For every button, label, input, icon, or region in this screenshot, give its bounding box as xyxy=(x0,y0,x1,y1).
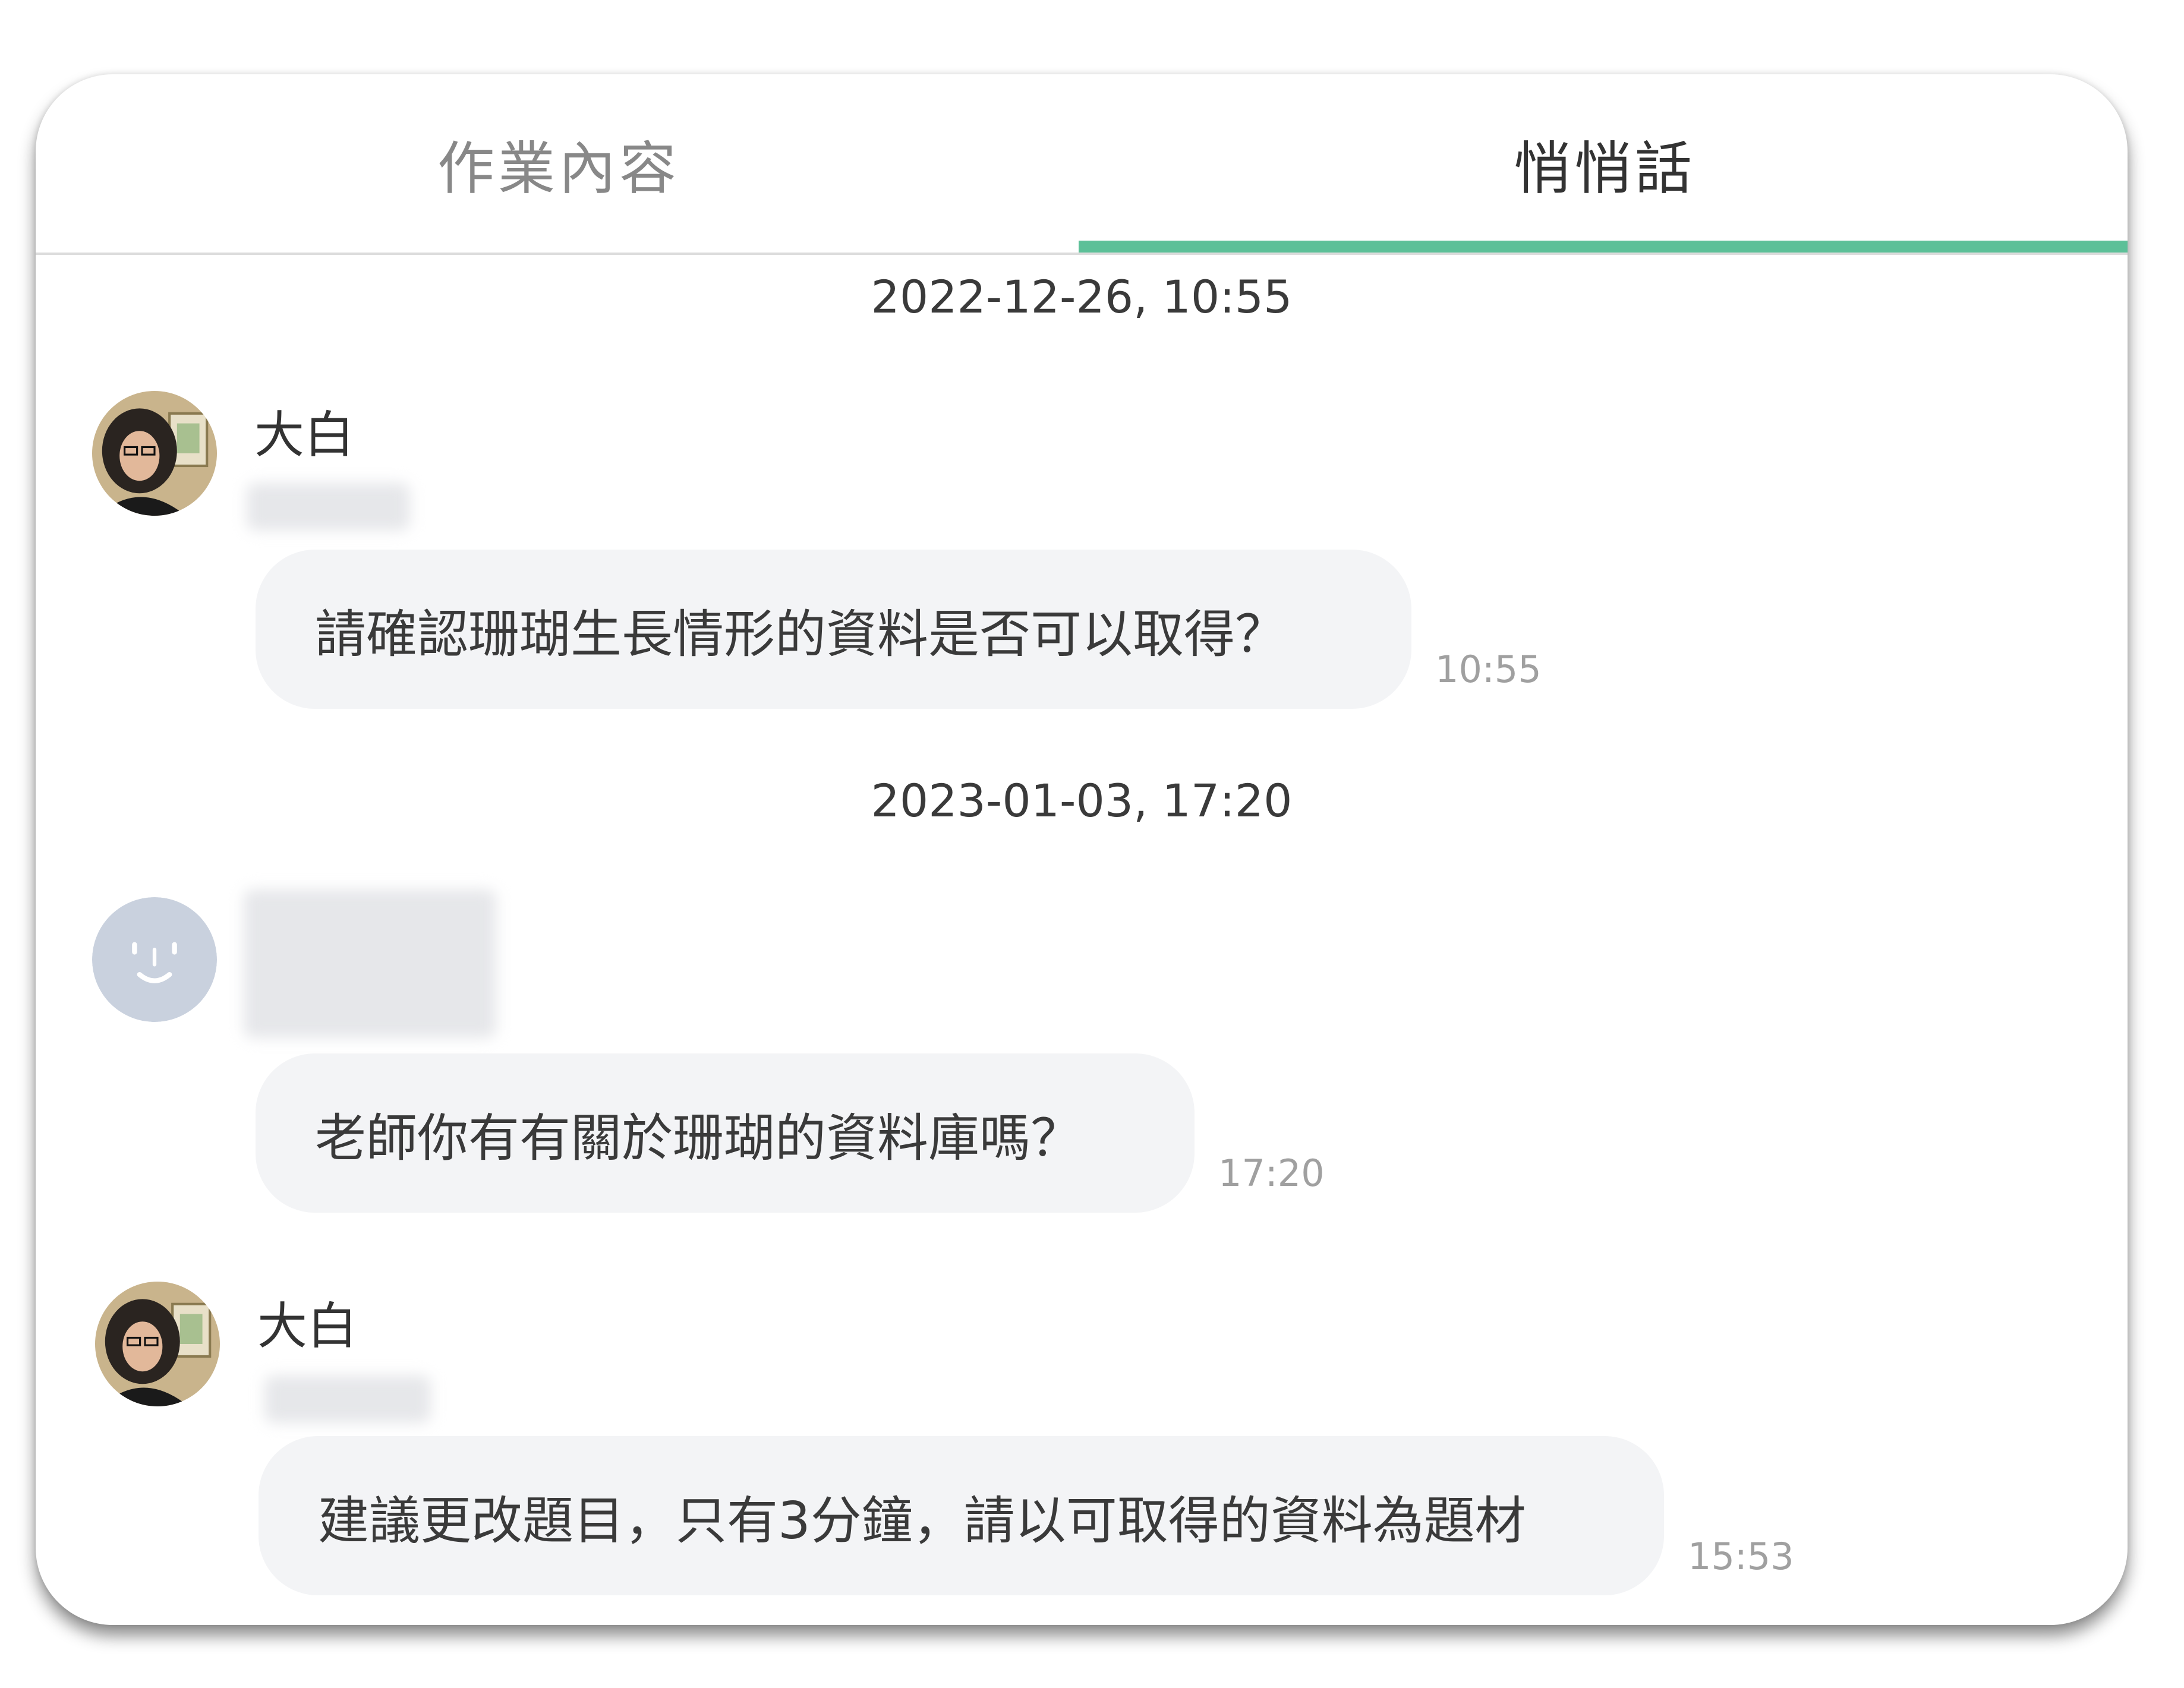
default-face-avatar-icon-graphic xyxy=(92,897,217,1022)
message-time: 17:20 xyxy=(1218,1151,1325,1195)
blurred-sender-info xyxy=(247,483,410,531)
date-separator: 2022-12-26, 10:55 xyxy=(871,270,1293,323)
sender-name: 大白 xyxy=(257,1297,358,1355)
tab-whisper[interactable]: 悄悄話 xyxy=(1082,74,2128,253)
date-separator: 2023-01-03, 17:20 xyxy=(871,774,1293,827)
teacher-photo-icon[interactable] xyxy=(92,391,217,516)
active-tab-indicator xyxy=(1079,241,2128,253)
message-time: 10:55 xyxy=(1435,648,1542,691)
teacher-photo-icon[interactable] xyxy=(95,1282,220,1406)
tab-bar: 作業內容 悄悄話 xyxy=(36,74,2128,255)
tab-assignment-content[interactable]: 作業內容 xyxy=(36,74,1082,253)
message-time: 15:53 xyxy=(1688,1535,1794,1578)
message-bubble: 建議更改題目，只有3分鐘，請以可取得的資料為題材 xyxy=(259,1436,1664,1595)
teacher-photo-icon-graphic xyxy=(95,1282,220,1406)
message-bubble: 老師你有有關於珊瑚的資料庫嗎？ xyxy=(256,1053,1195,1213)
sender-name: 大白 xyxy=(254,406,355,464)
message-bubble: 請確認珊瑚生長情形的資料是否可以取得？ xyxy=(256,550,1411,709)
default-face-avatar-icon[interactable] xyxy=(92,897,217,1022)
teacher-photo-icon-graphic xyxy=(92,391,217,516)
whisper-panel: 作業內容 悄悄話 2022-12-26, 10:55 大白 請確認珊瑚生長情形的… xyxy=(36,74,2128,1625)
blurred-sender-info xyxy=(244,889,496,1038)
blurred-sender-info xyxy=(264,1375,431,1423)
